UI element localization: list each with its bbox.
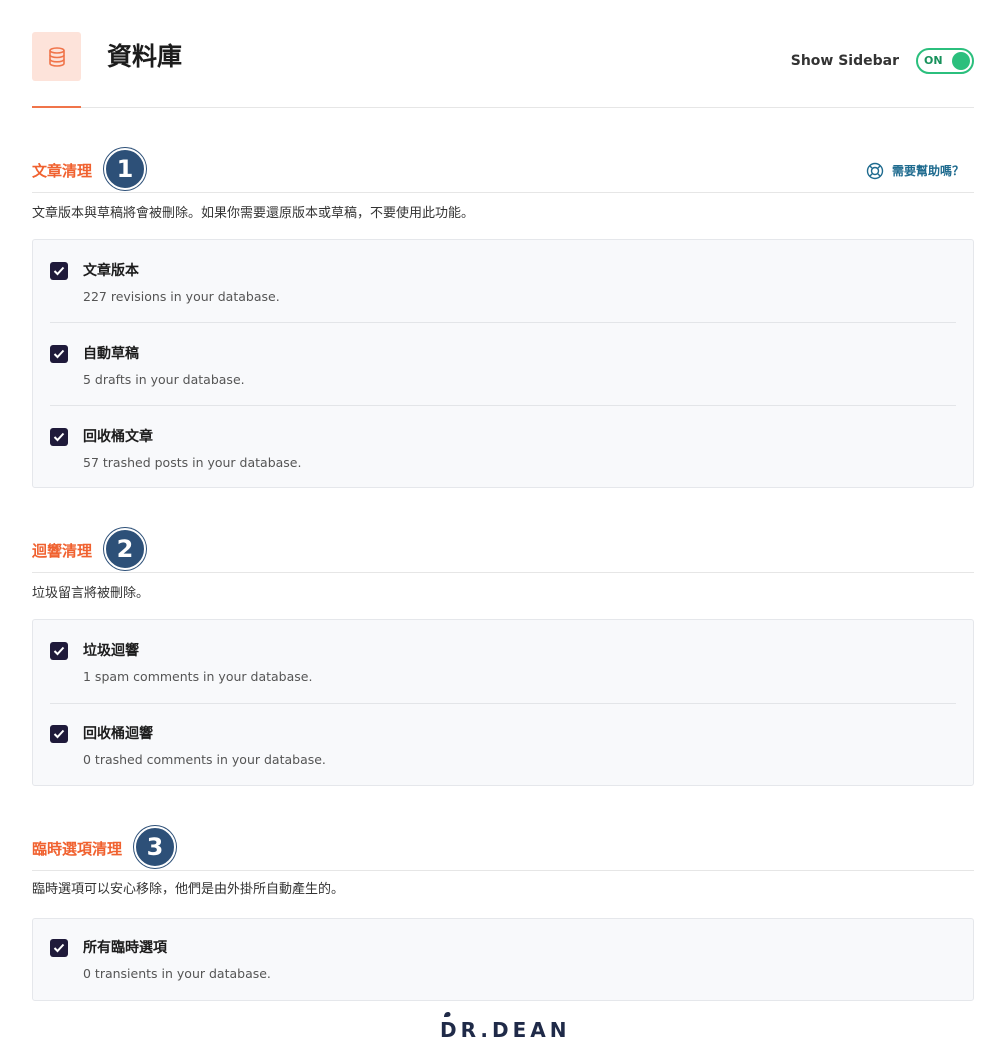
option-label: 垃圾迴響	[83, 643, 139, 659]
active-tab-underline	[32, 106, 81, 108]
checkbox[interactable]	[50, 642, 68, 660]
check-icon	[53, 729, 65, 739]
section-description: 臨時選項可以安心移除，他們是由外掛所自動產生的。	[32, 882, 345, 897]
checkbox[interactable]	[50, 345, 68, 363]
section-post-cleanup-header: 文章清理 1 需要幫助嗎？	[32, 148, 974, 193]
show-sidebar-toggle[interactable]: ON	[916, 48, 974, 74]
page-header: 資料庫 Show Sidebar ON	[32, 32, 974, 108]
dr-dean-logo: DR.DEAN	[440, 1008, 570, 1044]
check-icon	[53, 266, 65, 276]
option-label: 自動草稿	[83, 346, 139, 362]
option-label: 所有臨時選項	[83, 940, 167, 956]
checkbox[interactable]	[50, 428, 68, 446]
help-link[interactable]: 需要幫助嗎？	[866, 162, 964, 180]
option-label: 文章版本	[83, 263, 139, 279]
toggle-state-text: ON	[924, 54, 943, 67]
option-count: 57 trashed posts in your database.	[83, 455, 302, 470]
divider	[50, 405, 956, 406]
option-count: 227 revisions in your database.	[83, 289, 280, 304]
section-description: 垃圾留言將被刪除。	[32, 586, 150, 601]
page-title: 資料庫	[107, 42, 183, 71]
database-icon	[48, 46, 65, 67]
section-title: 臨時選項清理	[32, 840, 123, 858]
section-title: 迴響清理	[32, 542, 93, 560]
checkbox[interactable]	[50, 725, 68, 743]
step-badge: 3	[134, 826, 176, 868]
logo-text: DR.DEAN	[440, 1018, 571, 1042]
post-cleanup-options: 文章版本 227 revisions in your database. 自動草…	[32, 239, 974, 488]
option-count: 5 drafts in your database.	[83, 372, 245, 387]
transient-cleanup-options: 所有臨時選項 0 transients in your database.	[32, 918, 974, 1001]
show-sidebar-label: Show Sidebar	[790, 53, 899, 69]
checkbox[interactable]	[50, 939, 68, 957]
option-count: 1 spam comments in your database.	[83, 669, 313, 684]
section-title: 文章清理	[32, 162, 93, 180]
step-badge: 2	[104, 528, 146, 570]
toggle-knob	[952, 52, 970, 70]
option-label: 回收桶迴響	[83, 726, 153, 742]
help-link-label: 需要幫助嗎？	[891, 164, 964, 178]
database-icon-box	[32, 32, 81, 81]
check-icon	[53, 432, 65, 442]
option-label: 回收桶文章	[83, 429, 153, 445]
section-comment-cleanup-header: 迴響清理 2	[32, 528, 974, 573]
lifebuoy-icon	[866, 162, 884, 180]
check-icon	[53, 943, 65, 953]
section-description: 文章版本與草稿將會被刪除。如果你需要還原版本或草稿，不要使用此功能。	[32, 206, 475, 221]
comment-cleanup-options: 垃圾迴響 1 spam comments in your database. 回…	[32, 619, 974, 786]
check-icon	[53, 646, 65, 656]
step-badge: 1	[104, 148, 146, 190]
option-count: 0 transients in your database.	[83, 966, 271, 981]
checkbox[interactable]	[50, 262, 68, 280]
option-count: 0 trashed comments in your database.	[83, 752, 326, 767]
divider	[50, 703, 956, 704]
check-icon	[53, 349, 65, 359]
section-transient-cleanup-header: 臨時選項清理 3	[32, 826, 974, 871]
logo-head-icon	[444, 1012, 451, 1017]
divider	[50, 322, 956, 323]
